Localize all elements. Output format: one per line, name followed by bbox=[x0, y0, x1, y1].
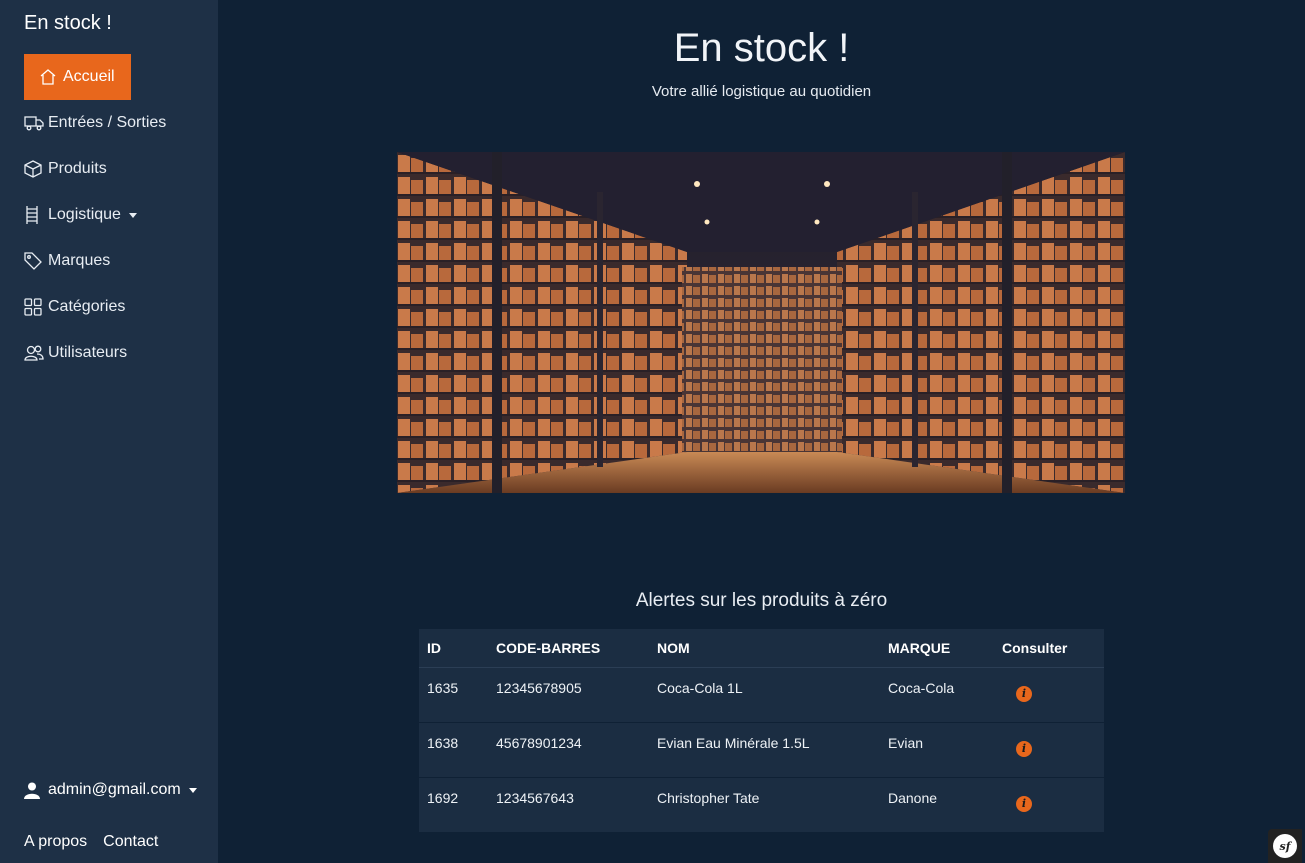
column-header-name: NOM bbox=[649, 629, 880, 668]
ladder-icon bbox=[24, 204, 46, 226]
cell-name: Evian Eau Minérale 1.5L bbox=[649, 722, 880, 778]
sidebar-item-logistique[interactable]: Logistique bbox=[24, 192, 214, 238]
chevron-down-icon bbox=[128, 212, 137, 218]
contact-link[interactable]: Contact bbox=[103, 833, 158, 851]
cell-name: Coca-Cola 1L bbox=[649, 667, 880, 723]
cell-id: 1692 bbox=[419, 777, 488, 833]
cell-id: 1635 bbox=[419, 667, 488, 723]
box-icon bbox=[24, 158, 46, 180]
chevron-down-icon bbox=[188, 787, 197, 793]
sidebar-nav: Accueil Entrées / Sorties Produits Logis… bbox=[24, 54, 214, 376]
alerts-table: ID CODE-BARRES NOM MARQUE Consulter 1635… bbox=[419, 629, 1104, 833]
sidebar-item-label: Utilisateurs bbox=[48, 344, 128, 361]
info-icon[interactable]: i bbox=[1016, 685, 1032, 702]
cell-brand: Danone bbox=[880, 777, 994, 833]
symfony-toolbar-toggle[interactable]: sf bbox=[1268, 829, 1302, 863]
sidebar-item-label: Marques bbox=[48, 252, 111, 269]
cell-consult: i bbox=[994, 667, 1104, 723]
footer-links: A propos Contact bbox=[24, 833, 158, 851]
info-icon[interactable]: i bbox=[1016, 740, 1032, 757]
sidebar: En stock ! Accueil Entrées / Sorties Pro… bbox=[0, 0, 218, 863]
about-link[interactable]: A propos bbox=[24, 833, 87, 851]
cell-barcode: 12345678905 bbox=[488, 667, 649, 723]
truck-icon bbox=[24, 112, 46, 134]
sidebar-item-accueil[interactable]: Accueil bbox=[24, 54, 131, 100]
user-email: admin@gmail.com bbox=[48, 781, 181, 798]
sidebar-item-label: Logistique bbox=[48, 206, 121, 223]
main-content: En stock ! Votre allié logistique au quo… bbox=[218, 0, 1305, 863]
table-header-row: ID CODE-BARRES NOM MARQUE Consulter bbox=[419, 629, 1104, 668]
table-row: 1635 12345678905 Coca-Cola 1L Coca-Cola … bbox=[419, 667, 1104, 723]
cell-brand: Evian bbox=[880, 722, 994, 778]
grid-icon bbox=[24, 296, 46, 318]
symfony-icon: sf bbox=[1273, 834, 1297, 858]
user-icon bbox=[24, 782, 48, 799]
page-subtitle: Votre allié logistique au quotidien bbox=[651, 83, 872, 100]
info-icon[interactable]: i bbox=[1016, 795, 1032, 812]
sidebar-item-label: Accueil bbox=[63, 68, 115, 85]
column-header-barcode: CODE-BARRES bbox=[488, 629, 649, 668]
column-header-id: ID bbox=[419, 629, 488, 668]
sidebar-item-label: Produits bbox=[48, 160, 107, 177]
tag-icon bbox=[24, 250, 46, 272]
column-header-brand: MARQUE bbox=[880, 629, 994, 668]
users-icon bbox=[24, 342, 46, 364]
cell-barcode: 1234567643 bbox=[488, 777, 649, 833]
table-row: 1638 45678901234 Evian Eau Minérale 1.5L… bbox=[419, 722, 1104, 778]
sidebar-item-entrees-sorties[interactable]: Entrées / Sorties bbox=[24, 100, 214, 146]
cell-name: Christopher Tate bbox=[649, 777, 880, 833]
sidebar-item-categories[interactable]: Catégories bbox=[24, 284, 214, 330]
sidebar-item-label: Catégories bbox=[48, 298, 126, 315]
cell-id: 1638 bbox=[419, 722, 488, 778]
cell-brand: Coca-Cola bbox=[880, 667, 994, 723]
warehouse-hero-image bbox=[397, 152, 1125, 493]
user-menu[interactable]: admin@gmail.com bbox=[24, 781, 197, 799]
cell-consult: i bbox=[994, 722, 1104, 778]
cell-consult: i bbox=[994, 777, 1104, 833]
sidebar-item-marques[interactable]: Marques bbox=[24, 238, 214, 284]
sidebar-item-utilisateurs[interactable]: Utilisateurs bbox=[24, 330, 214, 376]
cell-barcode: 45678901234 bbox=[488, 722, 649, 778]
brand-title[interactable]: En stock ! bbox=[24, 12, 112, 35]
sidebar-item-label: Entrées / Sorties bbox=[48, 114, 167, 131]
table-row: 1692 1234567643 Christopher Tate Danone … bbox=[419, 777, 1104, 833]
column-header-consult: Consulter bbox=[994, 629, 1104, 668]
sidebar-item-produits[interactable]: Produits bbox=[24, 146, 214, 192]
page-title: En stock ! bbox=[673, 26, 850, 70]
alerts-title: Alertes sur les produits à zéro bbox=[635, 590, 888, 611]
home-icon bbox=[39, 66, 61, 88]
